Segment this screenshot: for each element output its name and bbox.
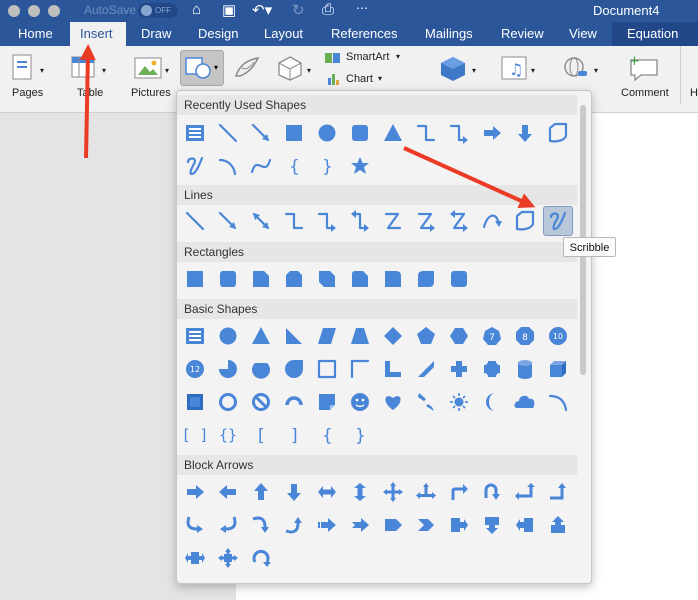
annotation-arrows	[79, 44, 536, 208]
annotation-arrow-scribble	[403, 146, 536, 208]
annotation-arrow-insert-tab	[79, 44, 96, 159]
